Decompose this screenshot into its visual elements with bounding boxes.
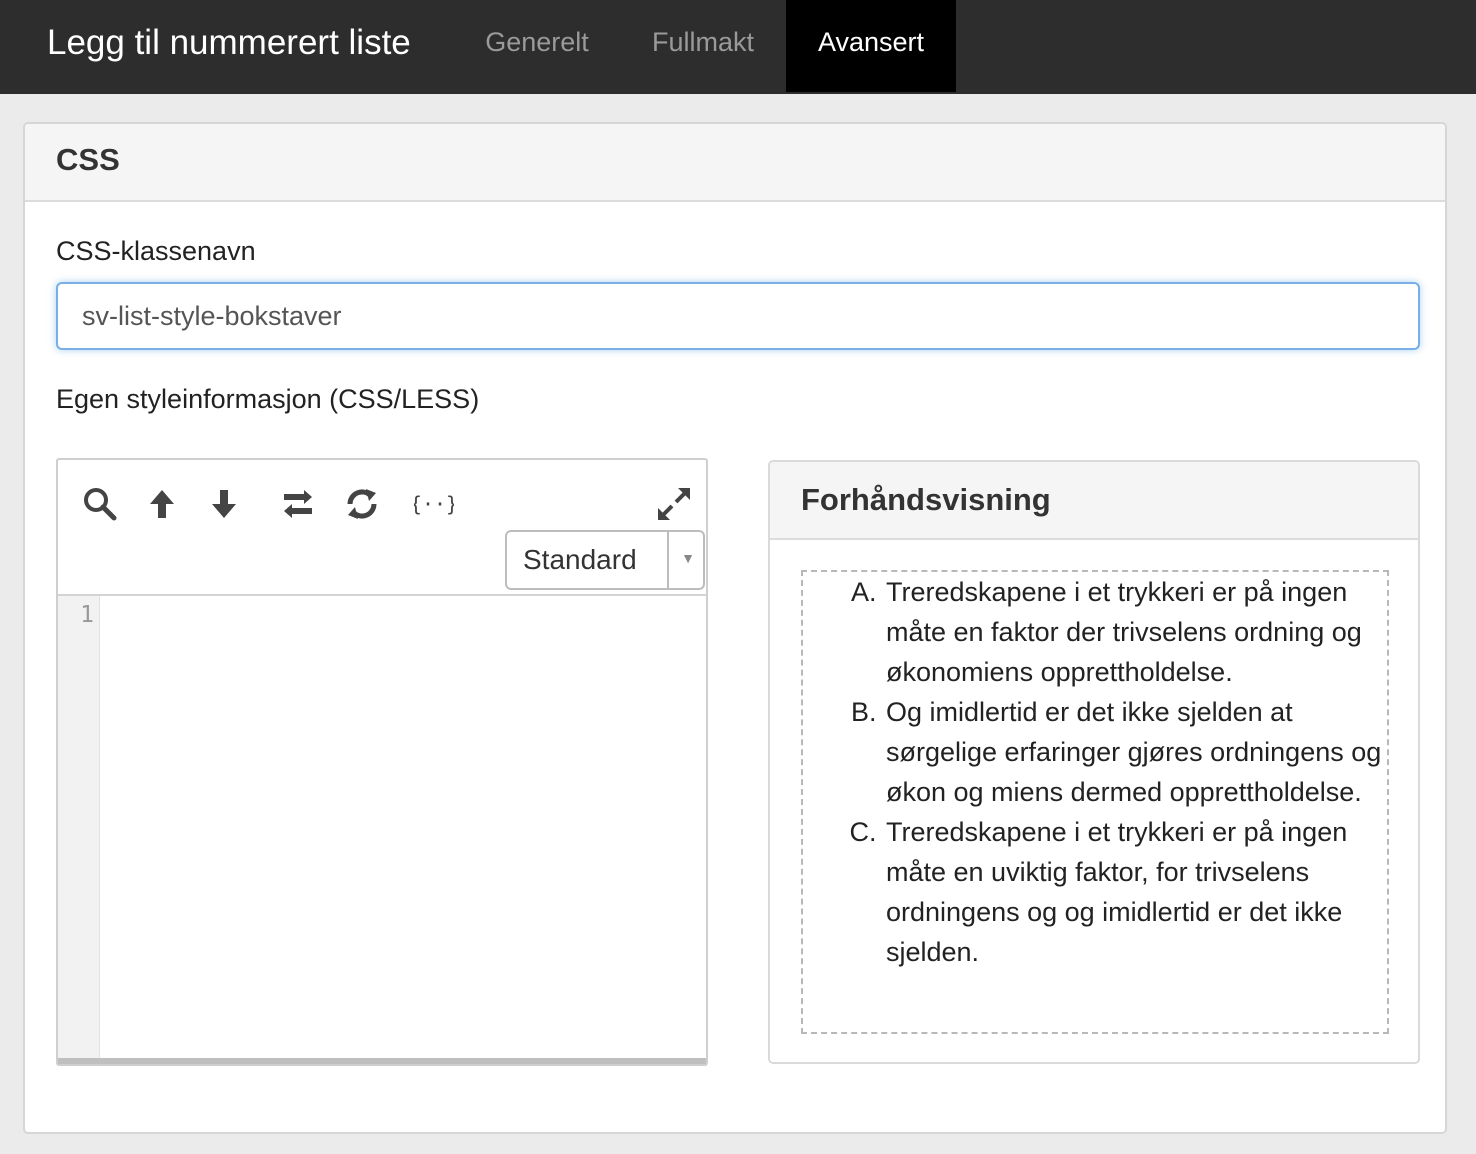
css-panel-header: CSS [25, 124, 1445, 202]
expand-icon[interactable] [654, 484, 694, 524]
css-code-editor: {··} Standard ▼ 1 [56, 458, 708, 1066]
refresh-icon[interactable] [342, 484, 382, 524]
arrow-down-icon[interactable] [204, 484, 244, 524]
tab-avansert[interactable]: Avansert [786, 0, 956, 92]
editor-scrollbar[interactable] [58, 1058, 706, 1064]
editor-toolbar: {··} Standard ▼ [58, 460, 706, 596]
svg-text:{··}: {··} [414, 492, 454, 516]
top-bar: Legg til nummerert liste Generelt Fullma… [0, 0, 1476, 94]
code-text-area[interactable] [100, 596, 706, 1060]
line-number: 1 [80, 602, 94, 628]
select-divider [667, 532, 669, 588]
editor-mode-select[interactable]: Standard ▼ [505, 530, 705, 590]
css-panel-title: CSS [56, 142, 120, 177]
search-icon[interactable] [80, 484, 120, 524]
arrow-up-icon[interactable] [142, 484, 182, 524]
css-panel: CSS CSS-klassenavn Egen styleinformasjon… [23, 122, 1447, 1134]
list-item: Treredskapene i et trykkeri er på ingen … [884, 812, 1393, 972]
preview-box: Treredskapene i et trykkeri er på ingen … [801, 570, 1389, 1034]
tab-generelt[interactable]: Generelt [462, 0, 612, 92]
css-class-label: CSS-klassenavn [56, 236, 256, 266]
dialog-title: Legg til nummerert liste [47, 23, 411, 62]
css-class-input[interactable] [56, 282, 1420, 350]
preview-ordered-list: Treredskapene i et trykkeri er på ingen … [803, 572, 1393, 972]
line-number-gutter: 1 [58, 596, 100, 1060]
format-braces-icon[interactable]: {··} [414, 484, 454, 524]
caret-down-icon: ▼ [681, 550, 695, 566]
list-item: Treredskapene i et trykkeri er på ingen … [884, 572, 1393, 692]
preview-panel: Forhåndsvisning Treredskapene i et trykk… [768, 460, 1420, 1064]
replace-icon[interactable] [278, 484, 318, 524]
list-item: Og imidlertid er det ikke sjelden at sør… [884, 692, 1393, 812]
tab-fullmakt[interactable]: Fullmakt [628, 0, 778, 92]
editor-mode-value: Standard [523, 544, 637, 575]
preview-title: Forhåndsvisning [801, 482, 1051, 517]
style-info-label: Egen styleinformasjon (CSS/LESS) [56, 384, 480, 414]
preview-header: Forhåndsvisning [770, 462, 1418, 540]
